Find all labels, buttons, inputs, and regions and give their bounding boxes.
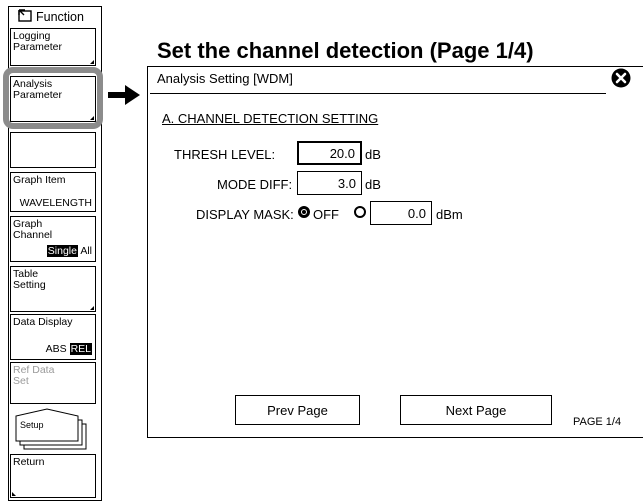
data-display-softkey[interactable]: Data Display ABS REL <box>10 314 96 360</box>
thresh-level-input[interactable]: 20.0 <box>297 141 362 165</box>
graph-channel-softkey[interactable]: Graph Channel Single All <box>10 216 96 262</box>
data-display-options: ABS REL <box>45 343 92 355</box>
right-arrow-icon <box>108 85 140 105</box>
submenu-corner-icon <box>90 306 94 310</box>
graph-item-softkey[interactable]: Graph Item WAVELENGTH <box>10 172 96 212</box>
thresh-level-unit: dB <box>365 147 381 162</box>
graph-channel-all: All <box>80 245 92 257</box>
page-heading: Set the channel detection (Page 1/4) <box>157 38 534 63</box>
ref-data-set-softkey: Ref Data Set <box>10 362 96 404</box>
function-title: Function <box>8 6 100 28</box>
section-heading: A. CHANNEL DETECTION SETTING <box>162 111 379 126</box>
mode-diff-label: MODE DIFF: <box>217 177 293 192</box>
title-divider <box>150 93 606 94</box>
display-mask-input[interactable]: 0.0 <box>370 201 432 225</box>
graph-item-value: WAVELENGTH <box>19 197 92 209</box>
table-setting-softkey[interactable]: Table Setting <box>10 266 96 312</box>
return-softkey[interactable]: Return <box>10 454 96 498</box>
display-mask-value-radio[interactable] <box>354 206 366 218</box>
blank-softkey <box>10 132 96 168</box>
display-mask-off-label: OFF <box>313 207 339 222</box>
graph-channel-options: Single All <box>46 245 92 257</box>
thresh-level-label: THRESH LEVEL: <box>174 147 276 162</box>
display-mask-label: DISPLAY MASK: <box>196 207 294 222</box>
display-mask-off-radio[interactable] <box>298 206 310 218</box>
submenu-corner-icon <box>90 60 94 64</box>
prev-page-button[interactable]: Prev Page <box>235 395 360 425</box>
close-icon[interactable] <box>611 68 631 88</box>
return-corner-icon <box>12 492 16 496</box>
graph-channel-single: Single <box>46 245 78 257</box>
dialog-title: Analysis Setting [WDM] <box>157 71 293 86</box>
mode-diff-input[interactable]: 3.0 <box>297 171 362 195</box>
data-display-abs: ABS <box>45 343 67 355</box>
page-indicator: PAGE 1/4 <box>573 416 622 428</box>
data-display-rel: REL <box>69 343 92 355</box>
mode-diff-unit: dB <box>365 177 381 192</box>
next-page-button[interactable]: Next Page <box>400 395 552 425</box>
analysis-parameter-highlight <box>3 67 103 129</box>
function-icon <box>18 9 32 22</box>
logging-parameter-softkey[interactable]: Logging Parameter <box>10 28 96 66</box>
setup-softkey[interactable]: Setup <box>10 406 96 452</box>
display-mask-unit: dBm <box>436 207 463 222</box>
